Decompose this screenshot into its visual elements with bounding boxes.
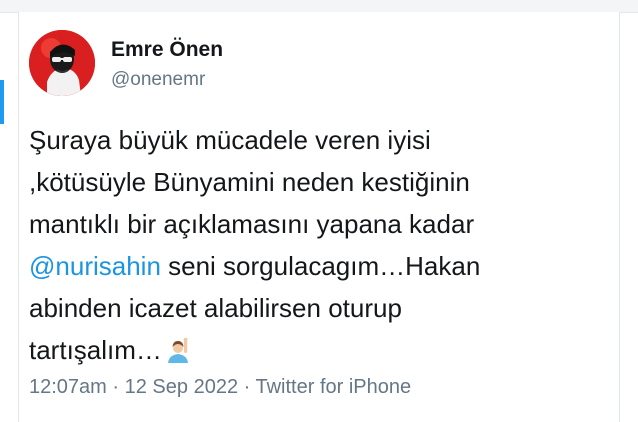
tweet-source[interactable]: Twitter for iPhone (255, 376, 411, 398)
tweet-text-line: Şuraya büyük mücadele veren iyisi (29, 125, 431, 155)
avatar-photo-icon (29, 30, 95, 96)
tweet-text-segment: seni sorgulacagım…Hakan (160, 251, 481, 281)
selection-accent-bar (0, 80, 4, 124)
meta-separator: · (106, 376, 125, 398)
tweet-text-segment: tartışalım… (29, 335, 162, 365)
meta-separator: · (238, 376, 256, 398)
tweet-text-line: abinden icazet alabilirsen oturup (29, 293, 402, 323)
mention-link[interactable]: @nurisahin (29, 251, 161, 281)
tweet-text-line: tartışalım… (29, 329, 614, 376)
tweet-date[interactable]: 12 Sep 2022 (125, 376, 238, 398)
tweet-meta: 12:07am · 12 Sep 2022 · Twitter for iPho… (29, 376, 411, 399)
raising-hand-emoji-icon (164, 334, 192, 376)
avatar[interactable] (29, 30, 95, 96)
author-display-name[interactable]: Emre Önen (111, 38, 223, 62)
author-handle[interactable]: @onenemr (111, 69, 205, 91)
tweet-card: Emre Önen @onenemr Şuraya büyük mücadele… (18, 12, 620, 422)
tweet-text: Şuraya büyük mücadele veren iyisi ,kötüs… (29, 119, 614, 376)
tweet-text-line: @nurisahin seni sorgulacagım…Hakan (29, 245, 614, 287)
tweet-text-line: ,kötüsüyle Bünyamini neden kestiğinin (29, 167, 470, 197)
tweet-time[interactable]: 12:07am (29, 376, 107, 398)
tweet-text-line: mantıklı bir açıklamasını yapana kadar (29, 209, 475, 239)
